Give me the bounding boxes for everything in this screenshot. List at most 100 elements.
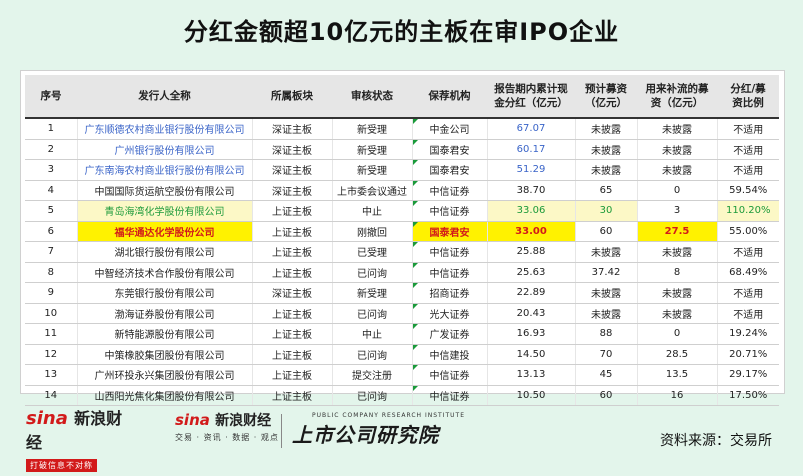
table-row: 8 中智经济技术合作股份有限公司 上证主板 已问询 中信证券 25.63 37.…	[25, 262, 779, 283]
col-header-ratio: 分红/募 资比例	[717, 75, 779, 119]
cell-ratio: 不适用	[717, 118, 779, 140]
cell-name: 广州银行股份有限公司	[77, 139, 253, 160]
cell-status: 中止	[332, 323, 413, 345]
cell-raise: 70	[575, 344, 638, 365]
table-row: 7 湖北银行股份有限公司 上证主板 已受理 中信证券 25.88 未披露 未披露…	[25, 241, 779, 263]
cell-sponsor: 中信证券	[412, 364, 488, 386]
table-row: 11 新特能源股份有限公司 上证主板 中止 广发证券 16.93 88 0 19…	[25, 323, 779, 345]
cell-ratio: 110.20%	[717, 200, 779, 222]
table-row: 2 广州银行股份有限公司 深证主板 新受理 国泰君安 60.17 未披露 未披露…	[25, 139, 779, 160]
cell-status: 新受理	[332, 159, 413, 181]
cell-name: 中智经济技术合作股份有限公司	[77, 262, 253, 283]
cell-sponsor: 光大证券	[412, 303, 488, 324]
cell-dividend: 38.70	[487, 180, 576, 201]
cell-supplement: 27.5	[637, 221, 718, 242]
cell-ratio: 29.17%	[717, 364, 779, 386]
cell-supplement: 16	[637, 385, 718, 406]
cell-ratio: 不适用	[717, 282, 779, 304]
cell-name: 中国国际货运航空股份有限公司	[77, 180, 253, 201]
cell-name: 广州环投永兴集团股份有限公司	[77, 364, 253, 386]
cell-raise: 37.42	[575, 262, 638, 283]
cell-raise: 未披露	[575, 118, 638, 140]
cell-dividend: 13.13	[487, 364, 576, 386]
cell-board: 上证主板	[252, 200, 333, 222]
cell-no: 1	[25, 118, 78, 140]
cell-status: 上市委会议通过	[332, 180, 413, 201]
col-header-dividend: 报告期内累计现 金分红（亿元）	[487, 75, 575, 119]
table-header-row: 序号 发行人全称 所属板块 审核状态 保荐机构 报告期内累计现 金分红（亿元） …	[25, 75, 779, 119]
cell-dividend: 51.29	[487, 159, 576, 181]
cell-sponsor: 中信证券	[412, 385, 488, 406]
cell-supplement: 未披露	[637, 303, 718, 324]
page-title: 分红金额超10亿元的主板在审IPO企业	[183, 18, 620, 46]
cell-sponsor: 广发证券	[412, 323, 488, 345]
sina-tagline: 交易 · 资讯 · 数据 · 观点	[175, 433, 279, 442]
cell-dividend: 14.50	[487, 344, 576, 365]
cell-raise: 未披露	[575, 159, 638, 181]
cell-ratio: 不适用	[717, 303, 779, 324]
cell-supplement: 8	[637, 262, 718, 283]
cell-ratio: 20.71%	[717, 344, 779, 365]
cell-no: 8	[25, 262, 78, 283]
cell-no: 14	[25, 385, 78, 406]
cell-status: 已问询	[332, 262, 413, 283]
cell-name: 东莞银行股份有限公司	[77, 282, 253, 304]
cell-board: 深证主板	[252, 139, 333, 160]
cell-status: 已受理	[332, 241, 413, 263]
col-header-no: 序号	[25, 75, 77, 119]
cell-name: 广东南海农村商业银行股份有限公司	[77, 159, 253, 181]
cell-status: 新受理	[332, 139, 413, 160]
cell-raise: 60	[575, 385, 638, 406]
cell-ratio: 19.24%	[717, 323, 779, 345]
cell-ratio: 17.50%	[717, 385, 779, 406]
table-row: 12 中策橡胶集团股份有限公司 上证主板 已问询 中信建投 14.50 70 2…	[25, 344, 779, 365]
cell-sponsor: 中信证券	[412, 200, 488, 222]
cell-dividend: 60.17	[487, 139, 576, 160]
cell-no: 9	[25, 282, 78, 304]
table-row: 9 东莞银行股份有限公司 深证主板 新受理 招商证券 22.89 未披露 未披露…	[25, 282, 779, 304]
cell-sponsor: 中信证券	[412, 262, 488, 283]
cell-no: 2	[25, 139, 78, 160]
cell-ratio: 不适用	[717, 139, 779, 160]
cell-status: 已问询	[332, 385, 413, 406]
cell-ratio: 不适用	[717, 241, 779, 263]
cell-sponsor: 国泰君安	[412, 159, 488, 181]
cell-status: 已问询	[332, 344, 413, 365]
table-row: 3 广东南海农村商业银行股份有限公司 深证主板 新受理 国泰君安 51.29 未…	[25, 159, 779, 181]
cell-sponsor: 中金公司	[412, 118, 488, 140]
cell-status: 提交注册	[332, 364, 413, 386]
cell-dividend: 33.00	[487, 221, 576, 242]
cell-board: 深证主板	[252, 159, 333, 181]
cell-sponsor: 中信证券	[412, 241, 488, 263]
cell-no: 10	[25, 303, 78, 324]
cell-name: 渤海证券股份有限公司	[77, 303, 253, 324]
cell-dividend: 67.07	[487, 118, 576, 140]
cell-ratio: 不适用	[717, 159, 779, 181]
cell-sponsor: 中信证券	[412, 180, 488, 201]
col-header-raise: 预计募资 （亿元）	[575, 75, 637, 119]
table-row: 13 广州环投永兴集团股份有限公司 上证主板 提交注册 中信证券 13.13 4…	[25, 364, 779, 386]
research-institute-en: PUBLIC COMPANY RESEARCH INSTITUTE	[312, 412, 465, 419]
cell-board: 上证主板	[252, 344, 333, 365]
cell-no: 4	[25, 180, 78, 201]
cell-no: 6	[25, 221, 78, 242]
cell-supplement: 3	[637, 200, 718, 222]
cell-board: 深证主板	[252, 180, 333, 201]
cell-sponsor: 中信建投	[412, 344, 488, 365]
cell-name: 湖北银行股份有限公司	[77, 241, 253, 263]
cell-raise: 30	[575, 200, 638, 222]
cell-dividend: 10.50	[487, 385, 576, 406]
table-row: 14 山西阳光焦化集团股份有限公司 上证主板 已问询 中信证券 10.50 60…	[25, 385, 779, 406]
cell-ratio: 68.49%	[717, 262, 779, 283]
cell-no: 13	[25, 364, 78, 386]
table-row: 4 中国国际货运航空股份有限公司 深证主板 上市委会议通过 中信证券 38.70…	[25, 180, 779, 201]
cell-board: 深证主板	[252, 282, 333, 304]
cell-ratio: 55.00%	[717, 221, 779, 242]
cell-status: 刚撤回	[332, 221, 413, 242]
sina-finance-logo-secondary: sina 新浪财经 交易 · 资讯 · 数据 · 观点	[175, 410, 279, 443]
cell-status: 已问询	[332, 303, 413, 324]
cell-board: 上证主板	[252, 364, 333, 386]
cell-dividend: 20.43	[487, 303, 576, 324]
cell-dividend: 16.93	[487, 323, 576, 345]
cell-no: 3	[25, 159, 78, 181]
